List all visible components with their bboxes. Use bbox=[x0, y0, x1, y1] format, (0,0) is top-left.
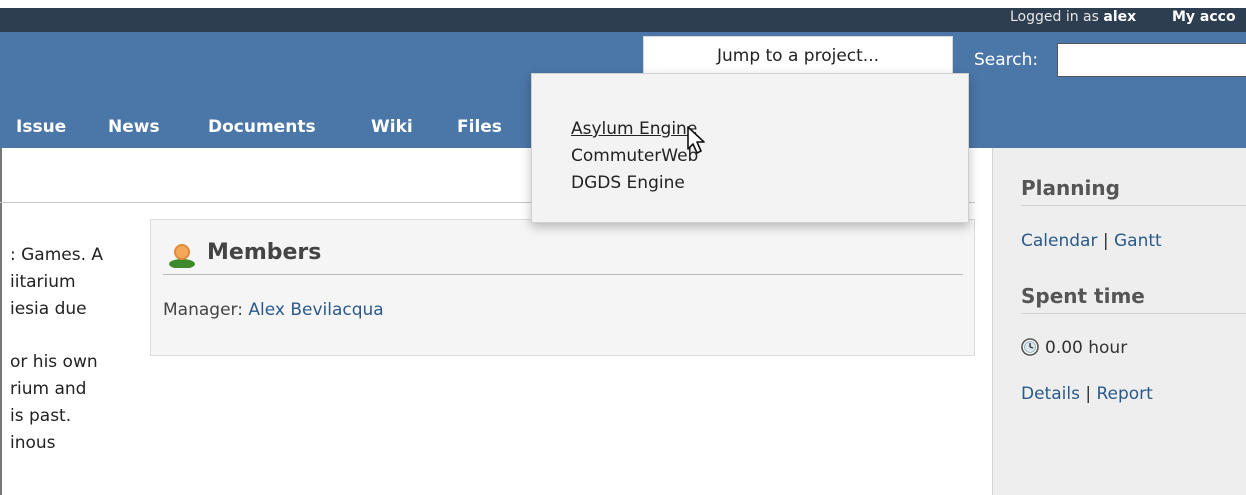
calendar-link[interactable]: Calendar bbox=[1021, 231, 1097, 251]
search-input[interactable] bbox=[1057, 43, 1246, 77]
description-line: iitarium bbox=[10, 272, 76, 292]
clock-icon bbox=[1021, 338, 1039, 361]
gantt-link[interactable]: Gantt bbox=[1114, 231, 1162, 251]
description-line: rium and bbox=[10, 379, 87, 399]
report-link[interactable]: Report bbox=[1096, 384, 1152, 404]
account-bar: Logged in as alex My acco bbox=[0, 8, 1246, 32]
members-title: Members bbox=[207, 240, 322, 265]
description-line: iesia due bbox=[10, 299, 87, 319]
menu-item-files[interactable]: Files bbox=[457, 117, 502, 137]
project-option[interactable]: DGDS Engine bbox=[571, 170, 698, 197]
my-account-link[interactable]: My acco bbox=[1172, 8, 1236, 26]
members-divider bbox=[163, 274, 963, 275]
menu-item-news[interactable]: News bbox=[108, 117, 160, 137]
jump-to-project-button[interactable]: Jump to a project... bbox=[643, 36, 953, 76]
time-links: Details | Report bbox=[1021, 384, 1153, 404]
description-line: : Games. A bbox=[10, 245, 104, 265]
manager-line: Manager: Alex Bevilacqua bbox=[163, 300, 384, 320]
spent-time-value: 0.00 hour bbox=[1021, 338, 1127, 361]
planning-heading: Planning bbox=[1021, 176, 1120, 200]
members-box: Members Manager: Alex Bevilacqua bbox=[150, 219, 975, 356]
user-icon bbox=[167, 242, 197, 273]
spent-time-heading: Spent time bbox=[1021, 284, 1145, 308]
manager-label: Manager: bbox=[163, 300, 249, 320]
description-line: inous bbox=[10, 433, 56, 453]
logged-in-user[interactable]: alex bbox=[1103, 9, 1136, 25]
menu-item-wiki[interactable]: Wiki bbox=[371, 117, 413, 137]
manager-link[interactable]: Alex Bevilacqua bbox=[248, 300, 383, 320]
link-separator: | bbox=[1097, 231, 1114, 251]
project-list: Asylum Engine CommuterWeb DGDS Engine bbox=[571, 116, 698, 197]
search-label: Search: bbox=[974, 50, 1039, 70]
mouse-cursor-icon bbox=[686, 125, 708, 160]
content-border bbox=[0, 148, 2, 495]
menu-item-documents[interactable]: Documents bbox=[208, 117, 316, 137]
spent-hours: 0.00 hour bbox=[1045, 338, 1128, 358]
description-line: is past. bbox=[10, 406, 72, 426]
link-separator: | bbox=[1079, 384, 1097, 404]
logged-in-text: Logged in as alex bbox=[1010, 9, 1137, 25]
spent-time-divider bbox=[1021, 313, 1246, 314]
planning-links: Calendar | Gantt bbox=[1021, 231, 1162, 251]
project-option[interactable]: Asylum Engine bbox=[571, 116, 698, 143]
description-line: or his own bbox=[10, 352, 98, 372]
project-description: : Games. A iitarium iesia due or his own… bbox=[10, 242, 103, 457]
description-gap bbox=[10, 323, 103, 349]
menu-item-issues[interactable]: Issue bbox=[16, 117, 66, 137]
project-dropdown: Asylum Engine CommuterWeb DGDS Engine bbox=[531, 73, 969, 223]
details-link[interactable]: Details bbox=[1021, 384, 1080, 404]
sidebar: Planning Calendar | Gantt Spent time 0.0… bbox=[992, 148, 1246, 495]
project-option[interactable]: CommuterWeb bbox=[571, 143, 698, 170]
planning-divider bbox=[1021, 205, 1246, 206]
